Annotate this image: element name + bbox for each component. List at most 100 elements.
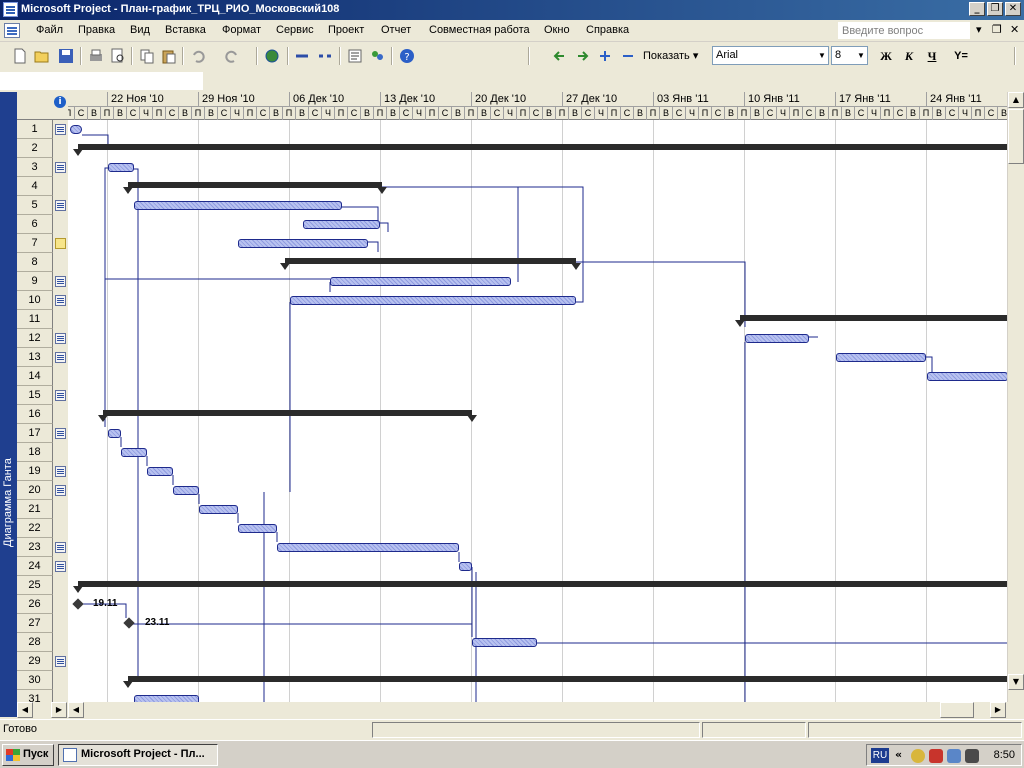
task-indicator-icon[interactable] [55,162,66,173]
horizontal-scroll-thumb[interactable] [940,702,974,718]
row-number[interactable]: 28 [17,633,53,652]
filter-button[interactable]: Y= [952,48,970,64]
task-bar[interactable] [108,163,134,172]
menu-help[interactable]: Справка [586,24,629,36]
row-number[interactable]: 20 [17,481,53,500]
assign-resources-icon[interactable] [369,48,385,64]
task-bar[interactable] [472,638,537,647]
row-number[interactable]: 4 [17,177,53,196]
restore-button[interactable]: ❐ [987,2,1003,16]
task-bar[interactable] [121,448,147,457]
task-indicator-icon[interactable] [55,200,66,211]
menu-insert[interactable]: Вставка [165,24,206,36]
task-bar[interactable] [147,467,173,476]
menu-collaborate[interactable]: Совместная работа [429,24,530,36]
language-indicator[interactable]: RU [871,748,889,763]
row-number[interactable]: 14 [17,367,53,386]
task-indicator-icon[interactable] [55,561,66,572]
taskbar-app-button[interactable]: Microsoft Project - Пл... [58,744,218,766]
scroll-right-icon[interactable]: ▶ [51,702,67,718]
menu-window[interactable]: Окно [544,24,570,36]
row-number[interactable]: 11 [17,310,53,329]
start-button[interactable]: Пуск [2,744,54,766]
new-icon[interactable] [12,48,28,64]
row-number[interactable]: 25 [17,576,53,595]
vertical-scroll-thumb[interactable] [1008,109,1024,164]
close-button[interactable]: ✕ [1005,2,1021,16]
redo-icon[interactable] [224,48,240,64]
summary-bar[interactable] [128,676,1007,682]
chevron-down-icon[interactable]: ▼ [816,47,828,64]
document-icon[interactable] [4,23,20,38]
row-number[interactable]: 17 [17,424,53,443]
scroll-right-icon[interactable]: ▶ [990,702,1006,718]
task-bar[interactable] [134,201,342,210]
task-bar[interactable] [836,353,926,362]
task-bar[interactable] [277,543,459,552]
scroll-left-arrow-icon[interactable] [552,48,568,64]
undo-icon[interactable] [190,48,206,64]
link-tasks-icon[interactable] [294,48,310,64]
task-bar[interactable] [238,524,277,533]
row-number[interactable]: 29 [17,652,53,671]
task-information-icon[interactable] [347,48,363,64]
row-number[interactable]: 10 [17,291,53,310]
view-bar[interactable]: Диаграмма Ганта [0,92,17,717]
help-icon[interactable]: ? [399,48,415,64]
row-number[interactable]: 24 [17,557,53,576]
row-number[interactable]: 19 [17,462,53,481]
summary-bar[interactable] [78,581,1007,587]
vertical-scrollbar[interactable]: ▲ ▼ [1007,92,1024,702]
task-bar[interactable] [108,429,121,438]
row-number[interactable]: 23 [17,538,53,557]
note-indicator-icon[interactable] [55,238,66,249]
row-number[interactable]: 3 [17,158,53,177]
minus-icon[interactable] [620,48,636,64]
summary-bar[interactable] [285,258,576,264]
task-indicator-icon[interactable] [55,124,66,135]
task-bar[interactable] [290,296,576,305]
task-bar[interactable] [238,239,368,248]
chevron-down-icon[interactable]: ▼ [855,47,867,64]
menu-edit[interactable]: Правка [78,24,115,36]
unlink-tasks-icon[interactable] [317,48,333,64]
task-indicator-icon[interactable] [55,428,66,439]
show-menu[interactable]: Показать ▾ [643,49,698,62]
task-bar[interactable] [459,562,472,571]
row-number[interactable]: 30 [17,671,53,690]
task-bar[interactable] [745,334,809,343]
menu-format[interactable]: Формат [222,24,261,36]
row-number[interactable]: 2 [17,139,53,158]
scroll-down-icon[interactable]: ▼ [1008,674,1024,690]
menu-project[interactable]: Проект [328,24,364,36]
summary-bar[interactable] [128,182,382,188]
row-number[interactable]: 16 [17,405,53,424]
print-icon[interactable] [88,48,104,64]
scroll-left-icon[interactable]: ◀ [17,702,33,718]
row-number[interactable]: 27 [17,614,53,633]
plus-icon[interactable] [597,48,613,64]
minimize-button[interactable]: _ [969,2,985,16]
table-horizontal-scrollbar[interactable]: ◀ ▶ [17,702,68,718]
monitor-icon[interactable] [965,749,979,763]
row-number[interactable]: 1 [17,120,53,139]
row-number[interactable]: 6 [17,215,53,234]
menu-file[interactable]: Файл [36,24,63,36]
italic-button[interactable]: К [900,48,918,64]
print-preview-icon[interactable] [110,48,126,64]
row-number[interactable]: 21 [17,500,53,519]
summary-bar[interactable] [103,410,472,416]
hyperlink-globe-icon[interactable] [264,48,280,64]
font-name-select[interactable]: Arial ▼ [712,46,829,65]
task-bar[interactable] [134,695,199,702]
menu-report[interactable]: Отчет [381,24,411,36]
scroll-left-icon[interactable]: ◀ [68,702,84,718]
font-size-select[interactable]: 8 ▼ [831,46,868,65]
gantt-chart[interactable]: 22 Ноя '10 29 Ноя '10 06 Дек '10 13 Дек '10… [68,92,1007,702]
menu-tools[interactable]: Сервис [276,24,314,36]
row-number[interactable]: 13 [17,348,53,367]
task-indicator-icon[interactable] [55,466,66,477]
task-indicator-icon[interactable] [55,333,66,344]
open-icon[interactable] [34,48,50,64]
task-bar[interactable] [70,125,82,134]
